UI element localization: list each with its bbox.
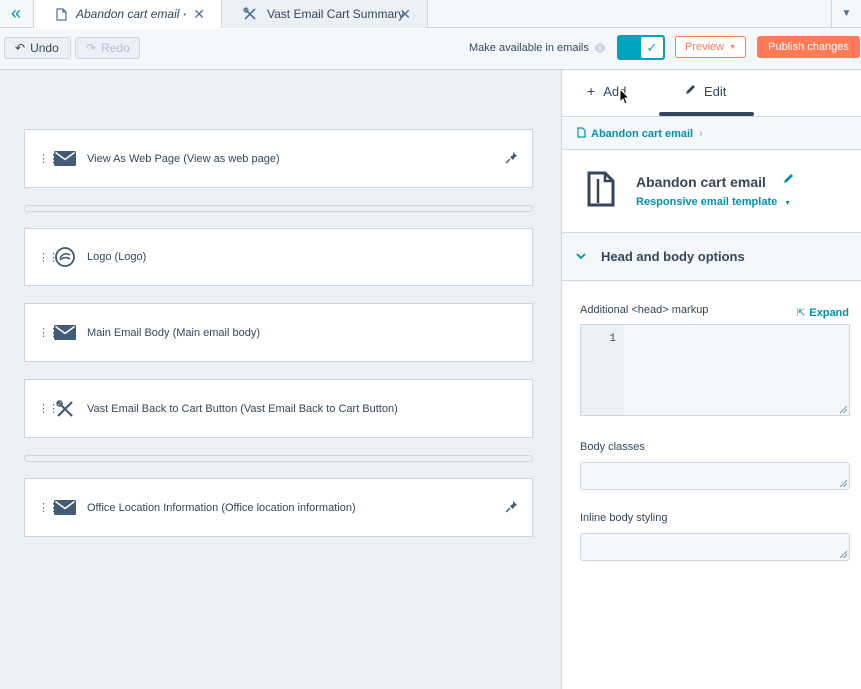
module-label: View As Web Page (View as web page) — [87, 152, 280, 165]
head-body-options-section[interactable]: Head and body options — [562, 233, 861, 281]
tab-list-dropdown-icon[interactable]: ▼ — [831, 0, 861, 27]
head-markup-label: Additional <head> markup — [580, 304, 709, 316]
email-header: Abandon cart email Responsive email temp… — [562, 151, 861, 233]
tab-label: Vast Email Cart Summary — [267, 7, 405, 21]
spacer-divider — [24, 205, 533, 212]
module-logo[interactable]: ⋮⋮ Logo (Logo) — [24, 228, 533, 286]
sidebar-panel: + Add Edit Abandon cart email › Abandon … — [561, 70, 861, 689]
line-number: 1 — [609, 333, 616, 345]
caret-down-icon: ▼ — [784, 200, 792, 207]
tab-abandon-cart-email[interactable]: Abandon cart email • ✕ — [33, 0, 222, 28]
expand-button[interactable]: ⇱ Expand — [797, 307, 849, 319]
checkmark-icon: ✓ — [640, 36, 664, 59]
inline-body-styling-input[interactable] — [580, 533, 850, 561]
body-classes-input[interactable] — [580, 462, 850, 490]
mouse-cursor-icon — [619, 88, 631, 105]
pin-icon[interactable] — [505, 151, 518, 167]
module-label: Office Location Information (Office loca… — [87, 501, 356, 514]
envelope-icon — [54, 149, 76, 169]
expand-icon: ⇱ — [796, 307, 806, 319]
email-canvas: ⋮⋮ View As Web Page (View as web page) ⋮… — [0, 70, 561, 689]
caret-down-icon: ▼ — [729, 43, 737, 51]
tools-icon — [54, 399, 76, 419]
tab-label: Abandon cart email — [76, 7, 180, 21]
document-icon — [587, 171, 615, 207]
pencil-icon — [684, 83, 696, 99]
chevron-right-icon: › — [699, 128, 703, 139]
publish-changes-button[interactable]: Publish changes — [757, 36, 860, 58]
document-icon — [54, 7, 68, 21]
active-tab-indicator — [659, 112, 754, 116]
module-label: Main Email Body (Main email body) — [87, 326, 261, 339]
tab-edit[interactable]: Edit — [684, 83, 726, 99]
info-icon[interactable]: i — [595, 43, 605, 53]
section-title: Head and body options — [601, 249, 745, 264]
head-markup-editor[interactable]: 1 — [580, 324, 850, 416]
module-label: Logo (Logo) — [87, 251, 147, 263]
close-icon[interactable]: ✕ — [399, 6, 411, 23]
breadcrumb: Abandon cart email › — [562, 118, 861, 150]
redo-button[interactable]: ↷ Redo — [75, 37, 140, 59]
redo-icon: ↷ — [86, 41, 97, 55]
undo-button[interactable]: ↶ Undo — [4, 37, 71, 59]
preview-button[interactable]: Preview ▼ — [675, 36, 746, 58]
chevron-down-icon — [576, 251, 586, 263]
spacer-divider — [24, 455, 533, 462]
panel-tabs: + Add Edit — [562, 70, 861, 117]
envelope-icon — [54, 323, 76, 343]
pin-icon[interactable] — [505, 500, 518, 516]
available-in-emails-toggle[interactable]: ✓ — [617, 35, 665, 60]
inline-body-styling-label: Inline body styling — [580, 512, 668, 524]
envelope-icon — [54, 498, 76, 518]
edit-title-pencil-icon[interactable] — [782, 173, 794, 188]
unsaved-indicator: • — [183, 9, 187, 19]
module-main-email-body[interactable]: ⋮⋮ Main Email Body (Main email body) — [24, 303, 533, 362]
available-in-emails-label: Make available in emails — [469, 42, 589, 54]
resize-handle-icon[interactable] — [840, 551, 847, 558]
body-classes-label: Body classes — [580, 441, 645, 453]
module-back-to-cart-button[interactable]: ⋮⋮ Vast Email Back to Cart Button (Vast … — [24, 379, 533, 438]
resize-handle-icon[interactable] — [840, 406, 847, 413]
collapse-sidebar-icon[interactable]: « — [0, 0, 32, 27]
tab-bar: « Abandon cart email • ✕ Vast Email Cart… — [0, 0, 861, 28]
line-number-gutter: 1 — [581, 325, 624, 415]
module-view-as-web-page[interactable]: ⋮⋮ View As Web Page (View as web page) — [24, 129, 533, 188]
tools-icon — [243, 7, 257, 21]
plus-icon: + — [587, 83, 596, 99]
undo-icon: ↶ — [15, 41, 26, 55]
document-icon — [577, 126, 586, 141]
module-label: Vast Email Back to Cart Button (Vast Ema… — [87, 402, 398, 415]
logo-icon — [54, 247, 76, 267]
editor-toolbar: ↶ Undo ↷ Redo Make available in emails i… — [0, 29, 861, 70]
template-dropdown[interactable]: Responsive email template ▼ — [636, 196, 791, 208]
tab-vast-email-cart-summary[interactable]: Vast Email Cart Summary ✕ — [223, 0, 428, 28]
breadcrumb-link[interactable]: Abandon cart email — [591, 128, 693, 140]
resize-handle-icon[interactable] — [840, 480, 847, 487]
email-title: Abandon cart email — [636, 174, 766, 190]
close-icon[interactable]: ✕ — [193, 6, 205, 23]
module-office-location[interactable]: ⋮⋮ Office Location Information (Office l… — [24, 478, 533, 537]
